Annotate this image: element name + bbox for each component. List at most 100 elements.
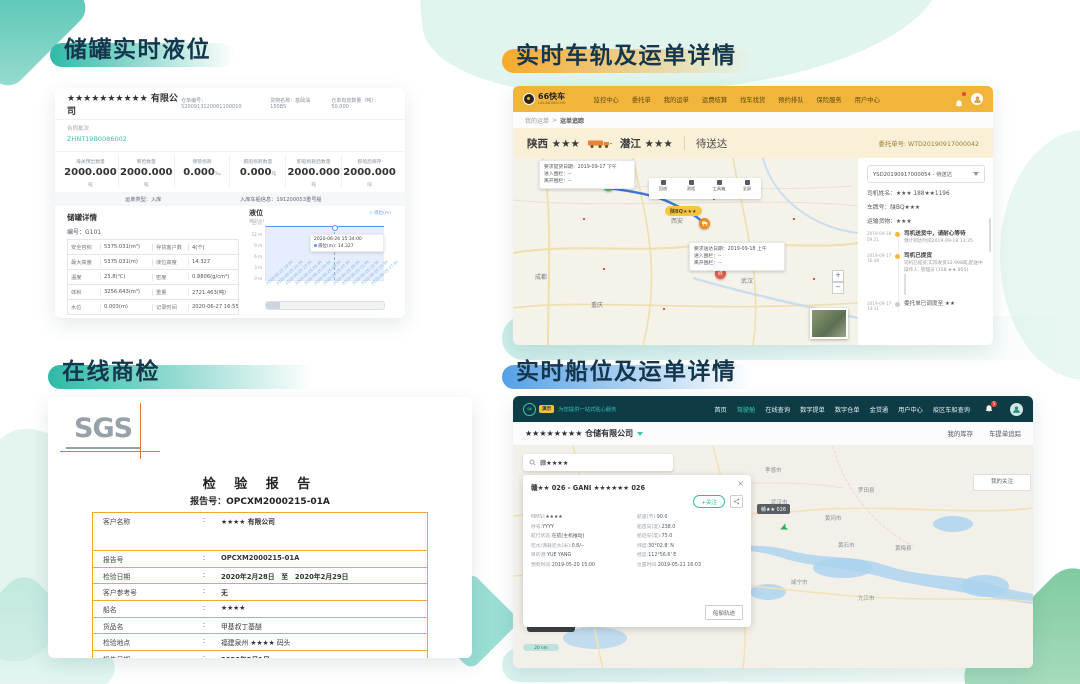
timeline-dot [895, 302, 900, 307]
nav-cockpit[interactable]: 驾驶舱 [737, 405, 756, 414]
bell-icon[interactable] [954, 94, 964, 104]
nav-find-truck[interactable]: 找车找货 [740, 95, 765, 104]
chevron-down-icon [973, 172, 979, 176]
ship-track-button[interactable]: 船舶轨迹 [705, 605, 743, 620]
truck-app-logo[interactable]: 66快车LALAKUAICHE [523, 93, 566, 105]
nav-online-query[interactable]: 在线查询 [765, 405, 790, 414]
truck-nav: 监控中心 委托单 我的运单 运费结算 找车找货 预约排队 保险服务 用户中心 [594, 95, 880, 104]
report-row-report-date: 报告日期:2020年3月1日 [92, 650, 428, 658]
bell-badge: 5 [991, 401, 997, 407]
zoom-out-button[interactable]: − [832, 282, 844, 294]
contract-batch-link[interactable]: ZHNT19B0086002 [67, 135, 393, 143]
nav-digital-receipt[interactable]: 数字仓单 [835, 405, 860, 414]
field-position-time: 位置时间:2019-05-21 16:03 [637, 561, 743, 571]
nav-entrust-order[interactable]: 委托单 [632, 95, 651, 104]
demo-badge: 演示 [539, 405, 554, 413]
pickup-tooltip: 要求提货日期：2019-09-17 下午进入围栏：--离开围栏：-- [539, 160, 635, 189]
sidebar-scrollbar[interactable] [989, 218, 991, 252]
truck-app-header: 66快车LALAKUAICHE 监控中心 委托单 我的运单 运费结算 找车找货 … [513, 86, 993, 112]
zoom-in-button[interactable]: + [832, 270, 844, 282]
bell-badge-dot [962, 92, 966, 96]
map-city-label: 重庆 [591, 300, 603, 309]
timeline-dot-active [895, 254, 900, 259]
inspection-report-panel: SGS 检 验 报 告 报告号：OPCXM2000215-01A 客户名称:★★… [48, 397, 472, 658]
cargo-photo[interactable] [904, 274, 906, 295]
timeline-item: 2019-09-1809:21 司机送货中，请耐心等待预计到达时间2019-09… [867, 231, 985, 246]
nav-epidemic-query[interactable]: 疫区车船查询 [933, 405, 970, 414]
ship-name-label: 赣★★ 026 [757, 504, 790, 514]
toolbar-toolbox[interactable]: 工具箱 [705, 178, 733, 199]
nav-my-waybills[interactable]: 我的运单 [664, 95, 689, 104]
table-row: 水位0.003(m)记录时间2020-06-27 16:55:00 [68, 300, 238, 315]
search-icon [529, 459, 536, 466]
field-nav-status: 航行状态:在航(主机推动) [531, 532, 637, 542]
satellite-view-thumbnail[interactable] [810, 308, 848, 339]
tooltip-series-dot [314, 244, 317, 247]
truck-map[interactable]: 西安 成都 重庆 武汉 要求提货日期：2019-09-17 下午进入围栏：--离… [513, 158, 858, 345]
truck-marker[interactable] [699, 218, 710, 229]
nav-insurance[interactable]: 保险服务 [816, 95, 841, 104]
follow-button[interactable]: +关注 [693, 495, 725, 508]
chart-brush-scrollbar[interactable] [265, 301, 385, 310]
section-title-ship: 实时船位及运单详情 [516, 352, 737, 386]
nav-freight-settle[interactable]: 运费结算 [702, 95, 727, 104]
section-title-ship-text: 实时船位及运单详情 [516, 359, 737, 385]
map-toolbar: 回放 测距 工具箱 全屏 [649, 178, 761, 199]
share-icon[interactable] [730, 495, 743, 508]
ship-app-logo-icon[interactable]: ≈ [523, 403, 536, 416]
map-city-label: 孝感市 [765, 466, 782, 474]
avatar[interactable] [971, 93, 983, 105]
route-destination: 潜江 ★★★ [620, 136, 673, 151]
deliver-tooltip: 要求送达日期：2019-09-18 上午进入围栏：--离开围栏：-- [689, 242, 785, 271]
toolbar-playback[interactable]: 回放 [649, 178, 677, 199]
map-city-label: 黄梅县 [895, 544, 912, 552]
map-city-label: 黄冈市 [825, 514, 842, 522]
ship-map[interactable]: 荆门市 天门市 孝感市 武汉市 黄冈市 罗田县 黄石市 黄梅县 咸宁市 九江市 … [513, 446, 1033, 668]
brush-handle[interactable] [266, 302, 280, 309]
nav-home[interactable]: 首页 [714, 405, 726, 414]
report-no-label: 报告号： [190, 497, 226, 507]
table-row: 体积3256.643(m³)重量2721.463(吨) [68, 285, 238, 300]
report-no-value: OPCXM2000215-01A [226, 497, 330, 507]
ship-marker[interactable] [779, 518, 790, 537]
field-callsign: 呼号:YYYY [531, 523, 637, 533]
nav-user-center[interactable]: 用户中心 [898, 405, 923, 414]
divider [684, 136, 685, 150]
breadcrumb-separator: > [552, 117, 557, 124]
section-title-inspection: 在线商检 [62, 352, 160, 386]
timeline-dot-active [895, 232, 900, 237]
breadcrumb-my-waybills[interactable]: 我的运单 [525, 116, 549, 125]
link-my-inventory[interactable]: 我的库存 [947, 429, 973, 438]
ship-search-input[interactable]: 赣★★★★ [523, 454, 673, 471]
avatar[interactable] [1010, 403, 1023, 416]
nav-queue[interactable]: 预约排队 [778, 95, 803, 104]
toolbar-measure[interactable]: 测距 [677, 178, 705, 199]
map-city-label: 咸宁市 [791, 578, 808, 586]
section-title-inspection-text: 在线商检 [62, 359, 160, 385]
link-waybill-tracking[interactable]: 车提单追踪 [989, 429, 1021, 438]
bell-icon[interactable]: 5 [984, 404, 994, 414]
tank-detail-title: 储罐详情 [67, 212, 97, 223]
measure-icon [689, 180, 694, 185]
fullscreen-icon [745, 180, 750, 185]
nav-finance[interactable]: 金贷通 [870, 405, 889, 414]
nav-digital-bl[interactable]: 数字提单 [800, 405, 825, 414]
map-city-label: 黄石市 [838, 541, 855, 549]
waybill-select[interactable]: YSD20190917000054 - 待送达 [867, 165, 985, 183]
map-zoom-control: + − [832, 270, 844, 294]
nav-user-center[interactable]: 用户中心 [855, 95, 880, 104]
map-city-label: 九江市 [858, 594, 875, 602]
chart-x-labels: 2020-06-25 19:342020-06-25 21:342020-06-… [265, 282, 385, 287]
truck-logo-text: 66快车 [538, 93, 566, 101]
tank-flow-bar: 运单类型：入库 入库车船信息：191200053重号船 [55, 192, 405, 206]
my-follows-panel[interactable]: 我的关注 [973, 474, 1031, 491]
report-title: 检 验 报 告 [48, 473, 472, 492]
toolbox-icon [717, 180, 722, 185]
toolbar-fullscreen[interactable]: 全屏 [733, 178, 761, 199]
y-tick: 6 m [247, 254, 262, 259]
timeline-item: 2019-09-1714:11 委托单已调度至 ★★ [867, 301, 985, 312]
nav-monitor-center[interactable]: 监控中心 [594, 95, 619, 104]
close-icon[interactable]: × [737, 479, 744, 488]
warehouse-company-select[interactable]: ★★★★★★★★ 仓储有限公司 [525, 428, 643, 439]
chart-tooltip: 2020-06-26 15:34:00 液位(m): 14.327 [310, 234, 384, 252]
